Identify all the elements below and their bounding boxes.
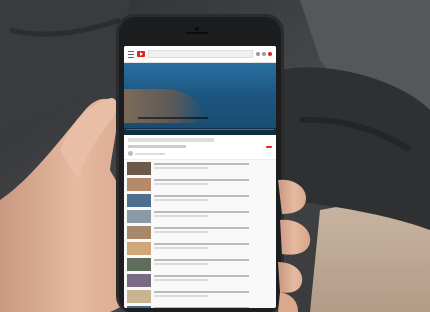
video-thumbnail[interactable] xyxy=(127,178,151,191)
list-item[interactable] xyxy=(127,178,273,191)
video-info xyxy=(154,258,273,271)
video-info xyxy=(154,210,273,223)
phone-camera xyxy=(195,27,199,31)
player-controls[interactable] xyxy=(124,128,276,135)
list-item[interactable] xyxy=(127,162,273,175)
video-meta-line xyxy=(154,215,208,217)
video-info xyxy=(154,178,273,191)
video-thumbnail[interactable] xyxy=(127,274,151,287)
video-meta-line xyxy=(154,247,208,249)
video-title-line xyxy=(154,211,250,213)
header-icons xyxy=(256,52,272,56)
list-item[interactable] xyxy=(127,290,273,303)
video-caption xyxy=(138,117,208,119)
list-item[interactable] xyxy=(127,242,273,255)
video-thumbnail[interactable] xyxy=(127,210,151,223)
video-title-line xyxy=(154,275,250,277)
youtube-play-icon xyxy=(137,51,145,57)
video-meta-line xyxy=(154,295,208,297)
search-bar[interactable] xyxy=(148,50,253,58)
video-info xyxy=(154,306,273,308)
upload-icon[interactable] xyxy=(256,52,260,56)
video-meta xyxy=(124,135,276,160)
video-meta-line xyxy=(154,167,208,169)
video-thumbnail[interactable] xyxy=(127,162,151,175)
video-thumbnail[interactable] xyxy=(127,242,151,255)
video-info xyxy=(154,290,273,303)
related-list xyxy=(124,160,276,308)
subscribe-button[interactable] xyxy=(266,145,272,148)
menu-icon[interactable] xyxy=(128,50,134,58)
video-thumbnail[interactable] xyxy=(127,306,151,308)
list-item[interactable] xyxy=(127,194,273,207)
video-title-line xyxy=(154,243,250,245)
list-item[interactable] xyxy=(127,274,273,287)
video-title-line xyxy=(154,259,250,261)
list-item[interactable] xyxy=(127,226,273,239)
list-item[interactable] xyxy=(127,258,273,271)
video-info xyxy=(154,162,273,175)
youtube-header xyxy=(124,46,276,63)
phone-screen[interactable] xyxy=(124,46,276,308)
video-title-line xyxy=(154,163,250,165)
video-title-line xyxy=(154,195,250,197)
video-thumbnail[interactable] xyxy=(127,226,151,239)
video-thumbnail[interactable] xyxy=(127,290,151,303)
video-title-line xyxy=(154,307,250,308)
video-title-line xyxy=(154,291,250,293)
video-meta-line xyxy=(154,199,208,201)
video-meta-line xyxy=(154,279,208,281)
channel-avatar[interactable] xyxy=(128,151,133,156)
video-player[interactable] xyxy=(124,63,276,135)
list-item[interactable] xyxy=(127,306,273,308)
video-title-line xyxy=(154,179,250,181)
progress-fill xyxy=(126,129,129,130)
list-item[interactable] xyxy=(127,210,273,223)
notifications-icon[interactable] xyxy=(268,52,272,56)
channel-name[interactable] xyxy=(135,152,165,155)
video-title-line xyxy=(154,227,250,229)
video-info xyxy=(154,274,273,287)
video-thumbnail[interactable] xyxy=(127,194,151,207)
phone-speaker xyxy=(186,32,208,34)
video-meta-line xyxy=(154,183,208,185)
video-meta-line xyxy=(154,263,208,265)
apps-icon[interactable] xyxy=(262,52,266,56)
video-info xyxy=(154,226,273,239)
video-meta-line xyxy=(154,231,208,233)
progress-bar[interactable] xyxy=(126,129,274,130)
view-count xyxy=(128,145,186,148)
video-thumbnail[interactable] xyxy=(127,258,151,271)
video-info xyxy=(154,194,273,207)
video-title xyxy=(128,138,215,142)
youtube-logo[interactable] xyxy=(137,51,145,57)
video-info xyxy=(154,242,273,255)
